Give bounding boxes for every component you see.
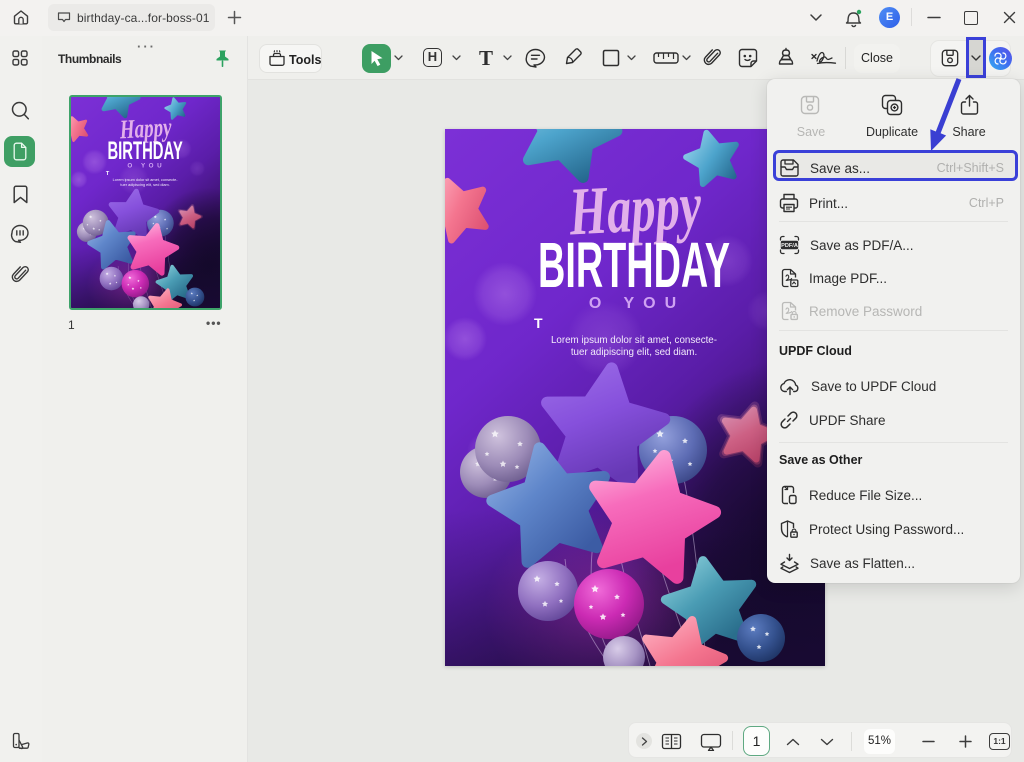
svg-text:PDF/A: PDF/A [781,243,798,249]
